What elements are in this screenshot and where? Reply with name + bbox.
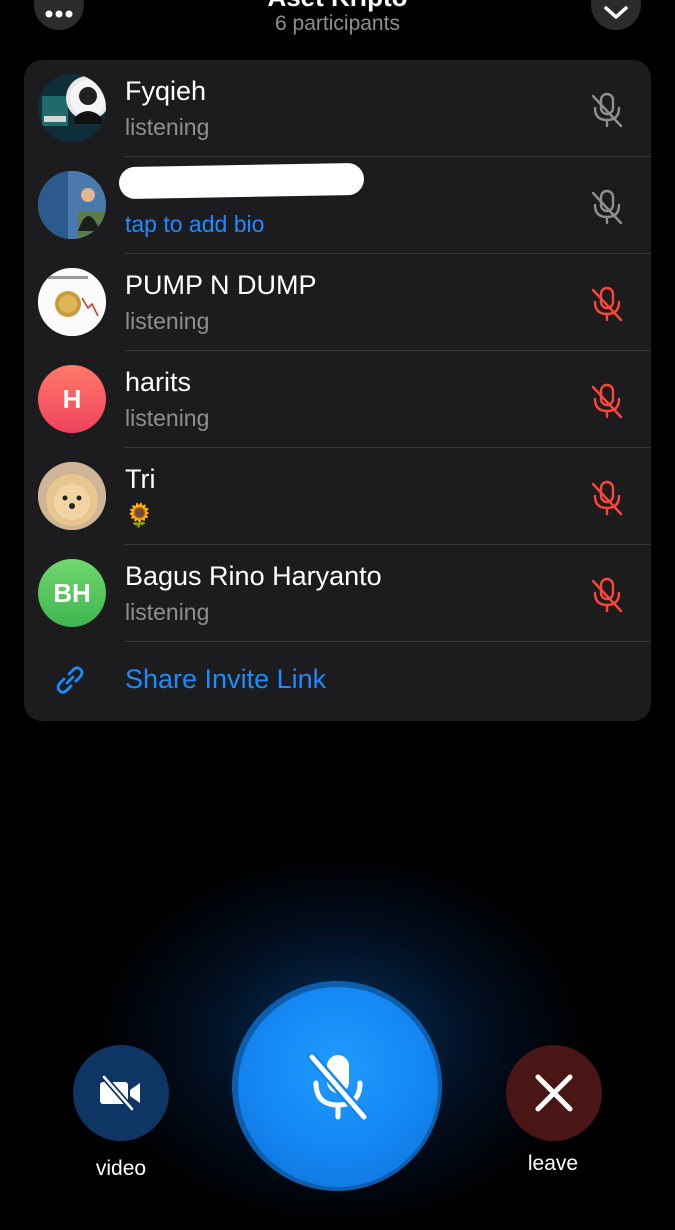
leave-label: leave (527, 1152, 579, 1175)
participant-status: listening (125, 599, 210, 625)
share-invite-link-label: Share Invite Link (125, 664, 327, 694)
mic-muted-icon (591, 189, 623, 225)
mic-muted-icon (591, 383, 623, 419)
participant-name: Bagus Rino Haryanto (125, 561, 382, 591)
participants-list: Fyqieh listening tap to add bio PUMP N D… (24, 60, 651, 721)
video-off-icon (100, 1074, 140, 1112)
avatar (38, 268, 106, 336)
link-icon (56, 666, 84, 694)
participant-name: harits (125, 367, 192, 397)
avatar: BH (38, 559, 106, 627)
avatar (38, 462, 106, 530)
video-toggle-button[interactable] (73, 1045, 169, 1141)
add-bio-link[interactable]: tap to add bio (125, 211, 264, 238)
chevron-down-icon (604, 6, 628, 19)
participant-name: Fyqieh (125, 76, 207, 106)
mic-muted-icon (591, 577, 623, 613)
participant-status: listening (125, 114, 210, 140)
mic-toggle-button[interactable] (238, 987, 438, 1187)
avatar (38, 171, 106, 239)
participant-name: PUMP N DUMP (125, 270, 317, 300)
participant-row[interactable]: tap to add bio (24, 157, 651, 254)
participants-count: 6 participants (275, 12, 400, 35)
participant-status: 🌻 (125, 502, 154, 528)
share-invite-link-button[interactable]: Share Invite Link (24, 642, 651, 721)
participant-row[interactable]: H harits listening (24, 351, 651, 448)
participant-status: listening (125, 308, 210, 334)
mic-off-icon (307, 1052, 369, 1122)
participant-row[interactable]: Tri 🌻 (24, 448, 651, 545)
avatar: H (38, 365, 106, 433)
close-icon (535, 1074, 573, 1112)
leave-button[interactable] (506, 1045, 602, 1141)
participant-name: Tri (125, 464, 156, 494)
avatar (38, 74, 106, 142)
participant-row[interactable]: PUMP N DUMP listening (24, 254, 651, 351)
video-label: video (95, 1157, 147, 1180)
participant-row[interactable]: Fyqieh listening (24, 60, 651, 157)
redacted-name (118, 162, 365, 200)
mic-muted-icon (591, 286, 623, 322)
participant-row[interactable]: BH Bagus Rino Haryanto listening (24, 545, 651, 642)
mic-muted-icon (591, 92, 623, 128)
participant-status: listening (125, 405, 210, 431)
mic-muted-icon (591, 480, 623, 516)
